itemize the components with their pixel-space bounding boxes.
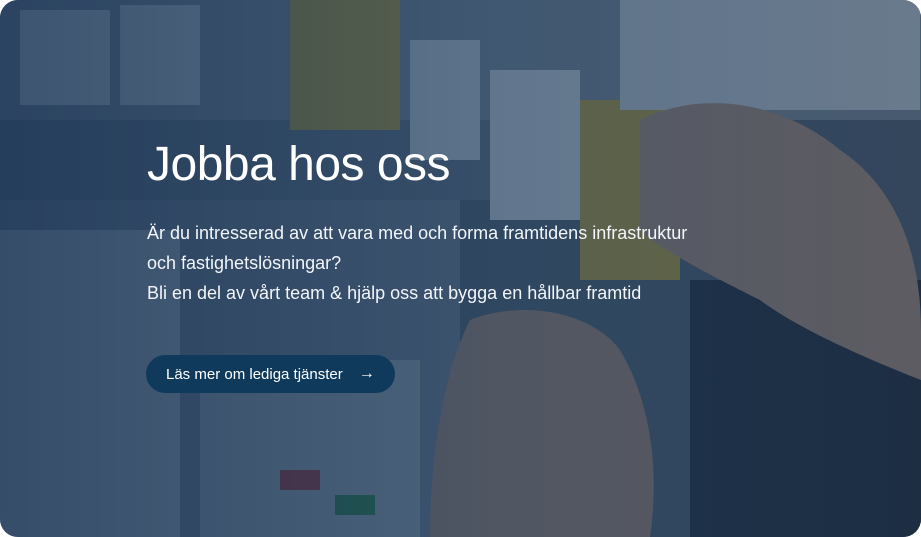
- hero-content: Jobba hos oss Är du intresserad av att v…: [147, 138, 827, 308]
- job-openings-button[interactable]: Läs mer om lediga tjänster →: [146, 355, 395, 393]
- job-openings-button-label: Läs mer om lediga tjänster: [166, 365, 343, 383]
- hero-description: Är du intresserad av att vara med och fo…: [147, 218, 827, 308]
- description-line: och fastighetslösningar?: [147, 253, 342, 273]
- description-line: Är du intresserad av att vara med och fo…: [147, 223, 688, 243]
- hero-banner: Jobba hos oss Är du intresserad av att v…: [0, 0, 921, 537]
- description-line: Bli en del av vårt team & hjälp oss att …: [147, 283, 642, 303]
- hero-title: Jobba hos oss: [147, 138, 451, 191]
- arrow-right-icon: →: [358, 365, 375, 382]
